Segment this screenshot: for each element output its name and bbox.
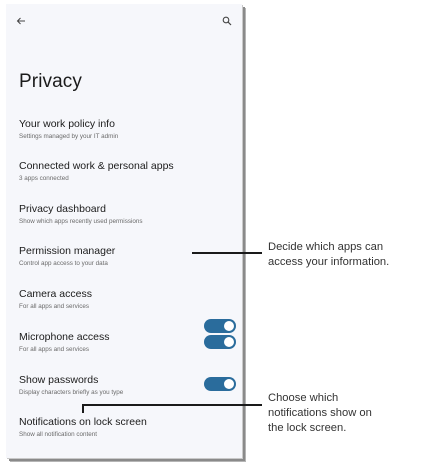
toggle-knob [224, 379, 234, 389]
search-icon [222, 16, 232, 26]
setting-notifications-lock-screen[interactable]: Notifications on lock screen Show all no… [19, 416, 241, 439]
arrow-left-icon [16, 17, 25, 25]
setting-permission-manager[interactable]: Permission manager Control app access to… [19, 245, 241, 268]
phone-screen: Privacy Your work policy info Settings m… [6, 4, 242, 458]
microphone-access-toggle[interactable] [204, 335, 236, 349]
setting-subtitle: Show which apps recently used permission… [19, 218, 143, 225]
top-app-bar [6, 4, 242, 38]
page-title: Privacy [19, 71, 82, 92]
callout-permission-manager: Decide which apps can access your inform… [268, 240, 389, 270]
search-button[interactable] [216, 10, 238, 32]
toggle-knob [224, 337, 234, 347]
setting-title: Connected work & personal apps [19, 160, 174, 172]
callout-leader-permission [192, 252, 262, 254]
toggle-knob [224, 321, 234, 331]
callout-leader-notifications-horizontal [82, 404, 262, 406]
callout-line-text: Choose which [268, 392, 339, 404]
setting-subtitle: For all apps and services [19, 303, 89, 310]
setting-title: Camera access [19, 288, 92, 300]
setting-subtitle: Control app access to your data [19, 260, 108, 267]
setting-title: Notifications on lock screen [19, 416, 147, 428]
setting-title: Your work policy info [19, 118, 115, 130]
setting-privacy-dashboard[interactable]: Privacy dashboard Show which apps recent… [19, 203, 241, 226]
setting-subtitle: 3 apps connected [19, 175, 69, 182]
show-passwords-toggle[interactable] [204, 377, 236, 391]
back-button[interactable] [10, 10, 32, 32]
setting-connected-apps[interactable]: Connected work & personal apps 3 apps co… [19, 160, 241, 183]
callout-line-text: Decide which apps can [268, 241, 384, 253]
setting-title: Privacy dashboard [19, 203, 106, 215]
callout-line-text: notifications show on [268, 407, 372, 419]
callout-notifications: Choose which notifications show on the l… [268, 391, 372, 436]
setting-work-policy-info[interactable]: Your work policy info Settings managed b… [19, 118, 241, 141]
setting-subtitle: Settings managed by your IT admin [19, 133, 119, 140]
setting-subtitle: Show all notification content [19, 431, 98, 438]
setting-camera-access[interactable]: Camera access For all apps and services [19, 288, 241, 311]
callout-line-text: access your information. [268, 256, 390, 268]
callout-line-text: the lock screen. [268, 422, 347, 434]
